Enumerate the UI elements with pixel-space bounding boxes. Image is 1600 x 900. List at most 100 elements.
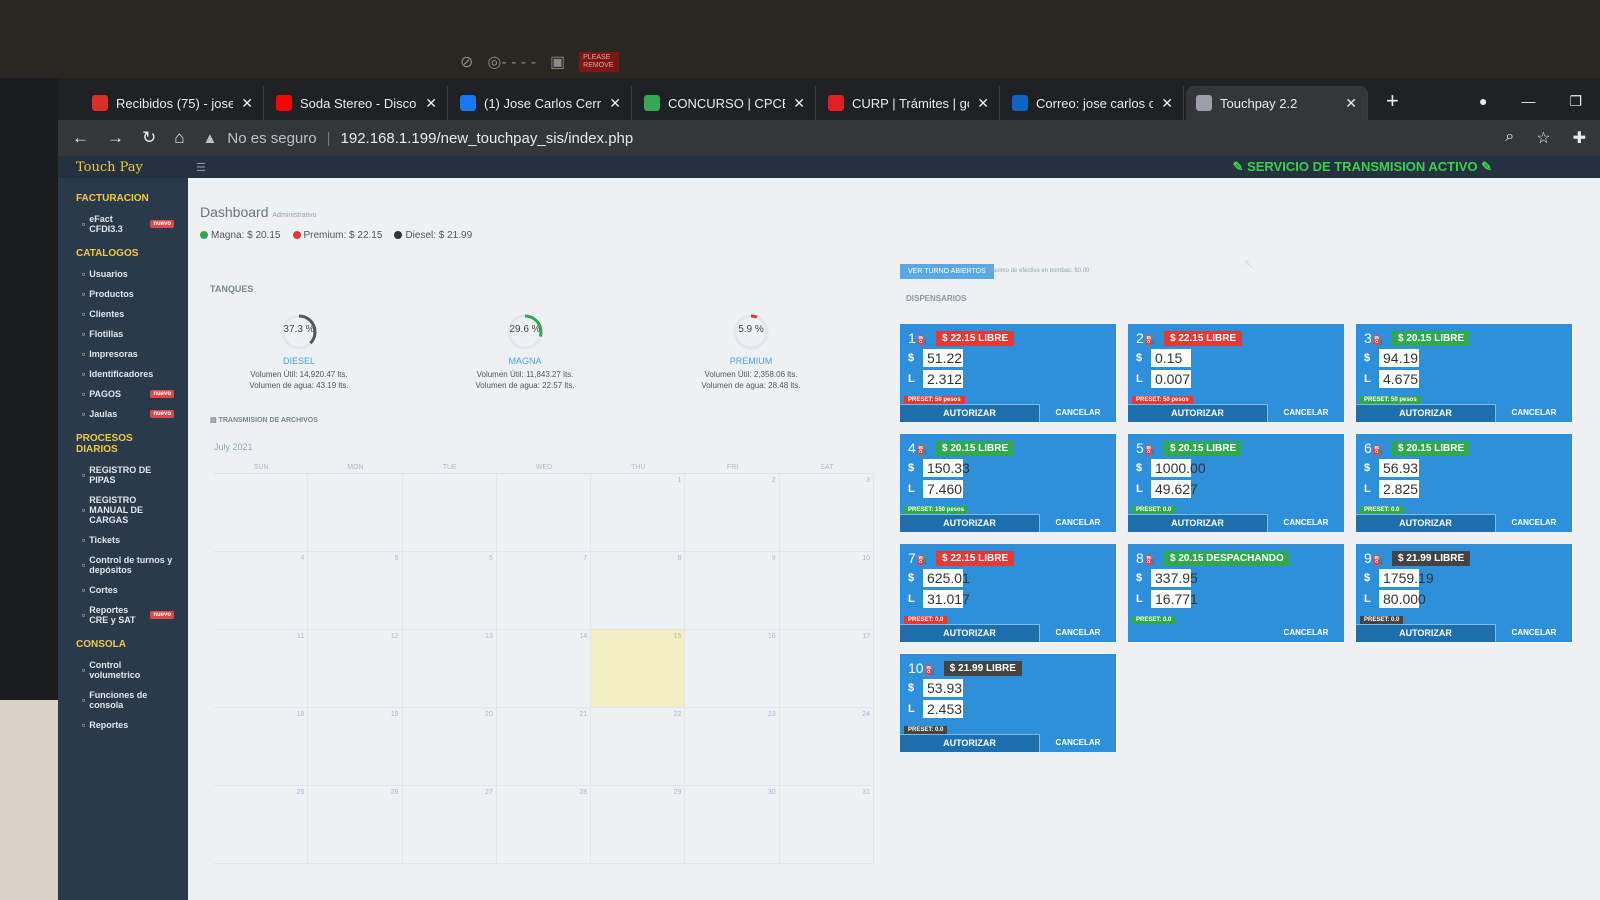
home-icon[interactable]: ⌂ <box>174 128 184 148</box>
calendar-day[interactable]: 30 <box>685 786 780 864</box>
tab-close-icon[interactable]: ✕ <box>977 95 989 112</box>
calendar-day[interactable]: 16 <box>685 630 780 708</box>
reload-icon[interactable]: ↻ <box>142 128 156 148</box>
tab-1[interactable]: Soda Stereo - Disco Ei ✕ <box>266 86 448 120</box>
autorizar-button[interactable] <box>1128 624 1268 642</box>
calendar-day[interactable]: 18 <box>214 708 309 786</box>
calendar-day[interactable]: 20 <box>402 708 497 786</box>
sidebar-item[interactable]: ▫ Reportes <box>58 715 188 735</box>
zoom-icon[interactable]: ⌕ <box>1505 128 1514 148</box>
calendar-day[interactable]: 3 <box>779 474 874 552</box>
calendar-day[interactable]: 19 <box>308 708 403 786</box>
profile-icon[interactable]: ● <box>1479 93 1487 110</box>
new-tab-button[interactable]: + <box>1370 88 1415 120</box>
tab-close-icon[interactable]: ✕ <box>609 95 621 112</box>
sidebar-item[interactable]: ▫ Impresoras <box>58 344 188 364</box>
calendar-day[interactable]: 24 <box>779 708 874 786</box>
autorizar-button[interactable]: AUTORIZAR <box>900 734 1040 752</box>
calendar-day[interactable] <box>496 474 592 552</box>
calendar-day[interactable]: 13 <box>402 630 497 708</box>
calendar-day[interactable]: 10 <box>779 552 874 630</box>
tab-2[interactable]: (1) Jose Carlos Cerrillo ✕ <box>450 86 632 120</box>
sidebar-item[interactable]: ▫ Funciones de consola <box>58 685 188 715</box>
sidebar-item[interactable]: ▫ Control de turnos y depósitos <box>58 550 188 580</box>
tab-close-icon[interactable]: ✕ <box>1345 95 1357 112</box>
sidebar-item[interactable]: ▫ Cortes <box>58 580 188 600</box>
cancelar-button[interactable]: CANCELAR <box>1040 404 1116 422</box>
sidebar-item[interactable]: ▫ Identificadores <box>58 364 188 384</box>
calendar-day[interactable] <box>214 474 309 552</box>
cancelar-button[interactable]: CANCELAR <box>1496 404 1572 422</box>
sidebar-item[interactable]: ▫ REGISTRO MANUAL DE CARGAS <box>58 490 188 530</box>
calendar-day[interactable] <box>308 474 403 552</box>
minimize-button[interactable]: — <box>1521 93 1535 110</box>
calendar-day[interactable]: 14 <box>496 630 592 708</box>
maximize-button[interactable]: ❐ <box>1569 93 1582 110</box>
cancelar-button[interactable]: CANCELAR <box>1040 734 1116 752</box>
calendar-day[interactable]: 17 <box>779 630 874 708</box>
calendar-day[interactable]: 2 <box>685 474 780 552</box>
autorizar-button[interactable]: AUTORIZAR <box>1128 404 1268 422</box>
sidebar-item[interactable]: ▫ Control volumetrico <box>58 655 188 685</box>
calendar-day[interactable]: 1 <box>591 474 686 552</box>
tab-6[interactable]: Touchpay 2.2 ✕ <box>1186 86 1368 120</box>
app-brand[interactable]: Touch Pay <box>76 160 196 175</box>
cancelar-button[interactable]: CANCELAR <box>1268 514 1344 532</box>
sidebar-item[interactable]: ▫ Reportes CRE y SAT nuevo <box>58 600 188 630</box>
sidebar-item[interactable]: ▫ Productos <box>58 284 188 304</box>
calendar-day[interactable]: 21 <box>496 708 592 786</box>
tab-close-icon[interactable]: ✕ <box>1161 95 1173 112</box>
calendar-day[interactable]: 23 <box>685 708 780 786</box>
cancelar-button[interactable]: CANCELAR <box>1040 624 1116 642</box>
tab-close-icon[interactable]: ✕ <box>425 95 437 112</box>
sidebar-item[interactable]: ▫ Clientes <box>58 304 188 324</box>
calendar-day[interactable]: 22 <box>591 708 686 786</box>
cancelar-button[interactable]: CANCELAR <box>1040 514 1116 532</box>
tab-close-icon[interactable]: ✕ <box>793 95 805 112</box>
autorizar-button[interactable]: AUTORIZAR <box>1128 514 1268 532</box>
forward-icon[interactable]: → <box>107 128 124 148</box>
autorizar-button[interactable]: AUTORIZAR <box>1356 404 1496 422</box>
calendar-day[interactable]: 5 <box>308 552 403 630</box>
tab-0[interactable]: Recibidos (75) - joseca ✕ <box>82 86 264 120</box>
ver-turnos-button[interactable]: VER TURNO ABIERTOS <box>900 264 994 279</box>
calendar-day[interactable]: 31 <box>779 786 874 864</box>
autorizar-button[interactable]: AUTORIZAR <box>900 624 1040 642</box>
calendar-day[interactable]: 29 <box>591 786 686 864</box>
back-icon[interactable]: ← <box>72 128 89 148</box>
autorizar-button[interactable]: AUTORIZAR <box>900 404 1040 422</box>
address-bar[interactable]: ▲ No es seguro | 192.168.1.199/new_touch… <box>203 124 1488 152</box>
tank-name[interactable]: DIESEL <box>214 356 384 366</box>
tab-close-icon[interactable]: ✕ <box>241 95 253 112</box>
sidebar-item[interactable]: ▫ eFact CFDI3.3 nuevo <box>58 209 188 239</box>
calendar-day[interactable] <box>402 474 497 552</box>
calendar-day[interactable]: 12 <box>308 630 403 708</box>
calendar-day[interactable]: 9 <box>685 552 780 630</box>
sidebar-item[interactable]: ▫ Flotillas <box>58 324 188 344</box>
tab-5[interactable]: Correo: jose carlos cer ✕ <box>1002 86 1184 120</box>
calendar-day[interactable]: 15 <box>591 630 686 708</box>
autorizar-button[interactable]: AUTORIZAR <box>1356 624 1496 642</box>
calendar-day[interactable]: 26 <box>308 786 403 864</box>
calendar-day[interactable]: 28 <box>496 786 592 864</box>
sidebar-item[interactable]: ▫ PAGOS nuevo <box>58 384 188 404</box>
calendar-day[interactable]: 6 <box>402 552 497 630</box>
bookmark-star-icon[interactable]: ☆ <box>1536 128 1550 148</box>
sidebar-item[interactable]: ▫ Usuarios <box>58 264 188 284</box>
sidebar-item[interactable]: ▫ Tickets <box>58 530 188 550</box>
tab-3[interactable]: CONCURSO | CPCEF ✕ <box>634 86 816 120</box>
menu-toggle-icon[interactable]: ☰ <box>196 161 206 174</box>
tank-name[interactable]: PREMIUM <box>666 356 836 366</box>
cancelar-button[interactable]: CANCELAR <box>1496 624 1572 642</box>
extensions-icon[interactable]: ✚ <box>1573 128 1586 148</box>
tab-4[interactable]: CURP | Trámites | gob ✕ <box>818 86 1000 120</box>
calendar-day[interactable]: 4 <box>214 552 309 630</box>
calendar-day[interactable]: 7 <box>496 552 592 630</box>
calendar-day[interactable]: 25 <box>214 786 309 864</box>
calendar-day[interactable]: 27 <box>402 786 497 864</box>
autorizar-button[interactable]: AUTORIZAR <box>900 514 1040 532</box>
calendar-day[interactable]: 8 <box>591 552 686 630</box>
cancelar-button[interactable]: CANCELAR <box>1268 624 1344 642</box>
tank-name[interactable]: MAGNA <box>440 356 610 366</box>
cancelar-button[interactable]: CANCELAR <box>1496 514 1572 532</box>
